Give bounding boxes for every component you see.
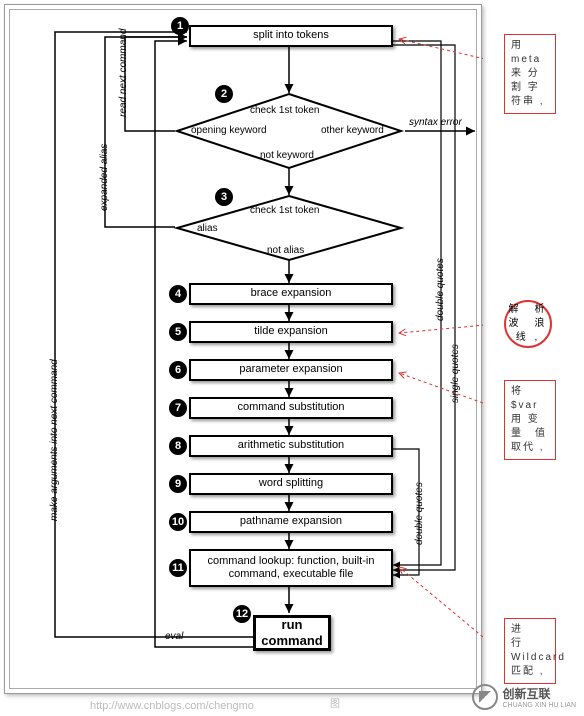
- step-1-label: split into tokens: [253, 29, 329, 42]
- step-badge-6: 6: [169, 361, 187, 379]
- annotation-2: 解 析 波 浪 线 ,: [504, 300, 552, 348]
- step-badge-11: 11: [169, 559, 187, 577]
- decision-2-not: not keyword: [260, 150, 314, 161]
- step-badge-12: 12: [233, 605, 251, 623]
- step-1-box: split into tokens: [189, 25, 393, 47]
- double-quotes-label-2: double quotes: [414, 482, 425, 545]
- step-badge-1: 1: [171, 17, 189, 35]
- step-6-box: parameter expansion: [189, 359, 393, 381]
- single-quotes-label: single quotes: [450, 344, 461, 403]
- step-9-box: word splitting: [189, 473, 393, 495]
- logo-icon: [472, 684, 498, 710]
- annotation-1: 用 meta 来 分 割 字符串 ,: [504, 34, 556, 114]
- decision-3-notalias: not alias: [267, 245, 304, 256]
- read-next-label: read next command: [118, 29, 129, 117]
- step-badge-2: 2: [215, 85, 233, 103]
- step-11-box: command lookup: function, built-in comma…: [189, 549, 393, 587]
- watermark-url: http://www.cnblogs.com/chengmo: [90, 700, 254, 712]
- decision-2-label: check 1st token: [250, 105, 319, 116]
- logo-text: 创新互联: [502, 687, 550, 701]
- decision-2-other: other keyword: [321, 125, 384, 136]
- annotation-4: 进 行 Wildcard 匹配 ,: [504, 618, 556, 684]
- decision-3-alias: alias: [197, 223, 218, 234]
- step-12-box: run command: [253, 615, 331, 651]
- annotation-3: 将$var用 变 量 值 取代 ,: [504, 380, 556, 460]
- step-7-box: command substitution: [189, 397, 393, 419]
- step-8-box: arithmetic substitution: [189, 435, 393, 457]
- watermark-word: 图: [330, 695, 340, 710]
- step-10-box: pathname expansion: [189, 511, 393, 533]
- syntax-error-label: syntax error: [409, 117, 462, 128]
- decision-2-opening: opening keyword: [191, 125, 267, 136]
- diagram-frame-outer: split into tokens 1 check 1st token open…: [4, 4, 482, 694]
- decision-3-label: check 1st token: [250, 205, 319, 216]
- expanded-alias-label: expanded alias: [99, 144, 110, 211]
- step-badge-5: 5: [169, 323, 187, 341]
- step-badge-9: 9: [169, 475, 187, 493]
- double-quotes-label-1: double quotes: [435, 258, 446, 321]
- logo: 创新互联 CHUANG XIN HU LIAN: [472, 684, 576, 710]
- step-badge-3: 3: [215, 188, 233, 206]
- step-4-box: brace expansion: [189, 283, 393, 305]
- make-args-label: make arguments into next command: [49, 359, 60, 521]
- step-badge-7: 7: [169, 399, 187, 417]
- step-badge-10: 10: [169, 513, 187, 531]
- logo-subtext: CHUANG XIN HU LIAN: [502, 702, 576, 709]
- step-5-box: tilde expansion: [189, 321, 393, 343]
- eval-label: eval: [165, 631, 183, 642]
- step-badge-8: 8: [169, 437, 187, 455]
- step-badge-4: 4: [169, 285, 187, 303]
